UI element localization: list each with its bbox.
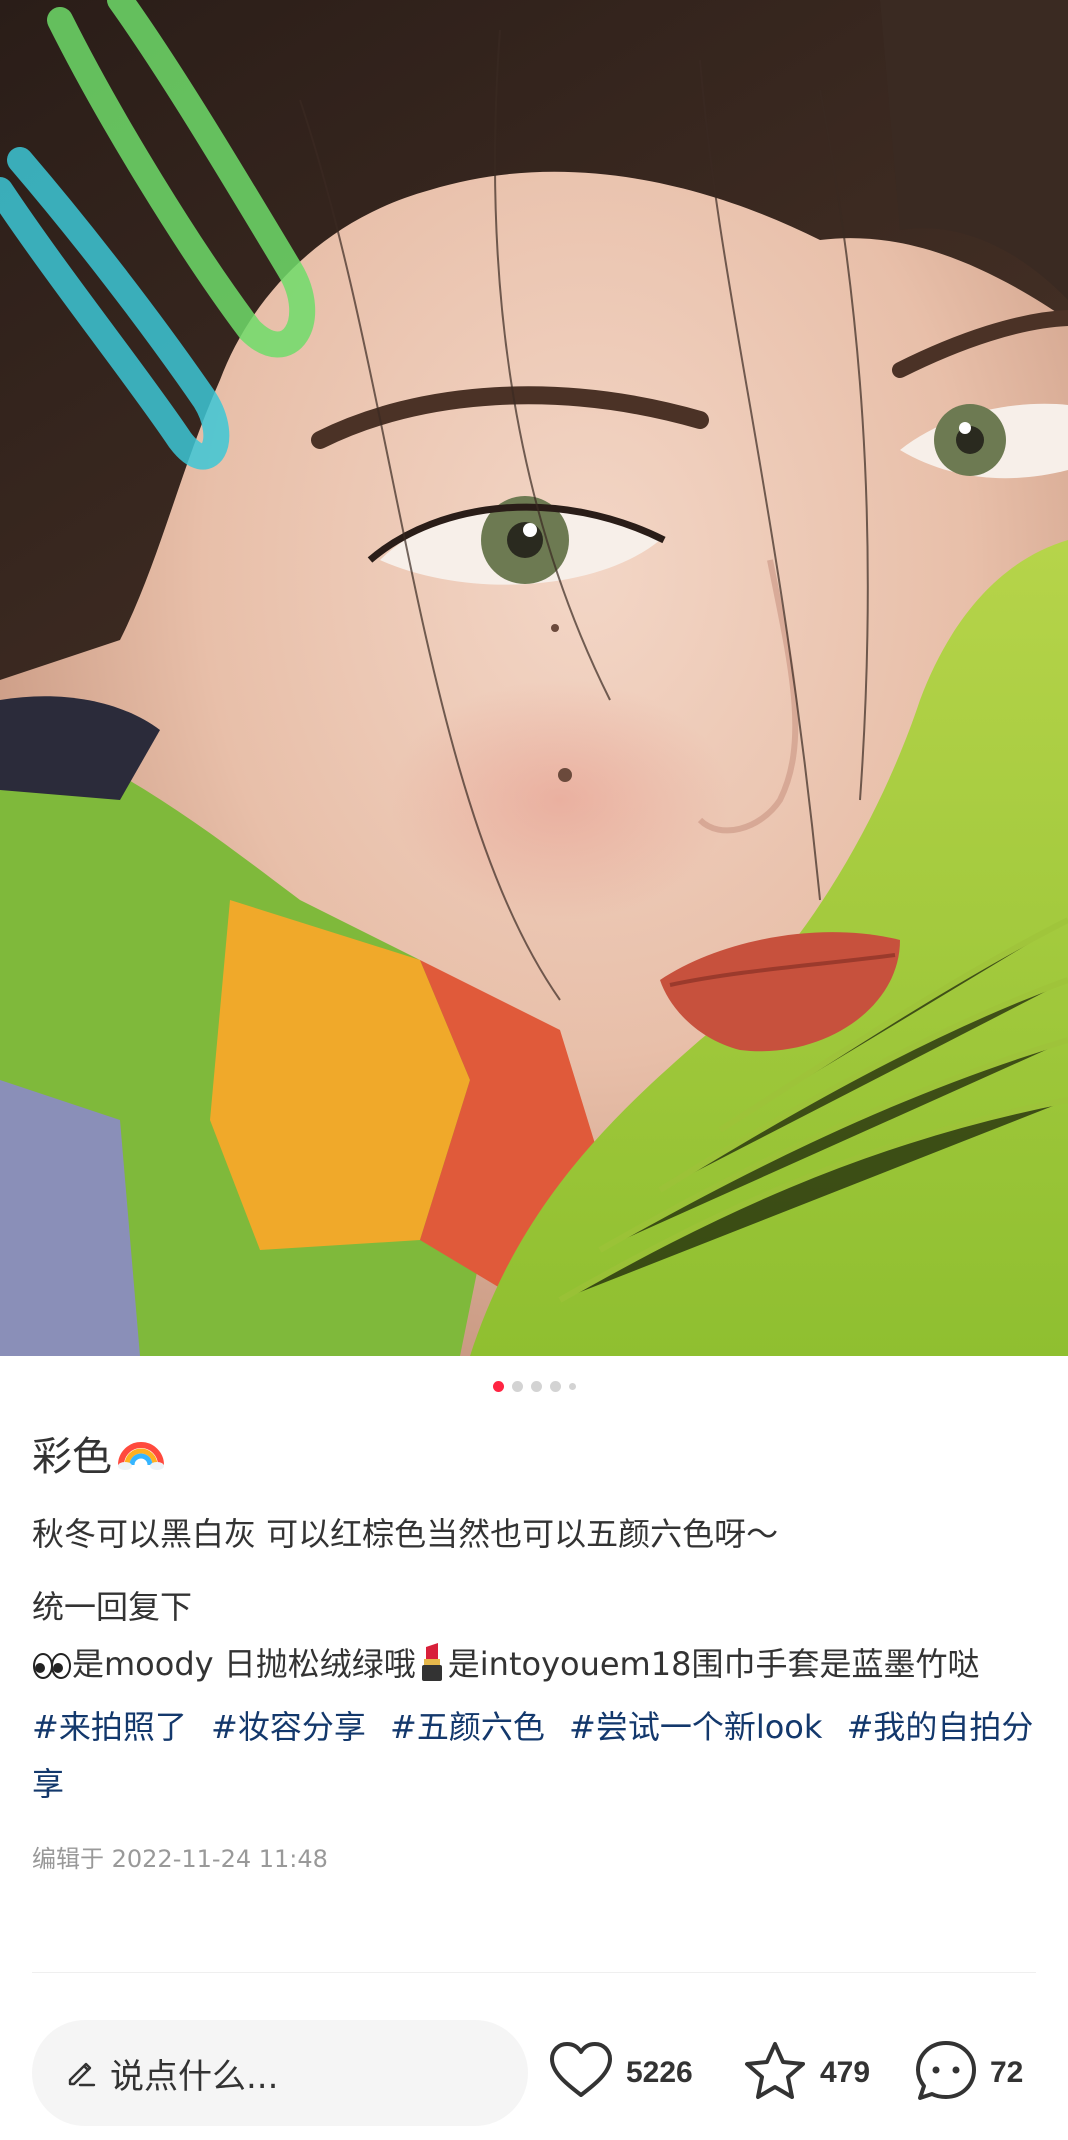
hashtag-link[interactable]: #尝试一个新look [569, 1708, 822, 1746]
post-body-text: 是moody 日抛松绒绿哦 [72, 1645, 416, 1683]
divider [32, 1972, 1036, 1973]
comment-input[interactable]: 说点什么... [32, 2020, 528, 2126]
edited-timestamp: 编辑于 2022-11-24 11:48 [32, 1845, 328, 1873]
post-photo[interactable] [0, 0, 1068, 1356]
comment-bubble-icon [914, 2039, 978, 2107]
post-body-line: 统一回复下 [32, 1588, 193, 1626]
star-count: 479 [820, 2056, 871, 2089]
post-content: 彩色 秋冬可以黑白灰 可以红棕色当然也可以五颜六色呀～ 统一回复下 是moody… [32, 1425, 1036, 1877]
tag-list: #来拍照了 #妆容分享 #五颜六色 #尝试一个新look #我的自拍分享 [32, 1699, 1036, 1813]
post-body-line: 秋冬可以黑白灰 可以红棕色当然也可以五颜六色呀～ [32, 1515, 779, 1553]
star-icon [742, 2040, 808, 2106]
carousel-dot[interactable] [568, 1383, 576, 1390]
carousel-dot[interactable] [549, 1381, 561, 1392]
pencil-icon [64, 2054, 98, 2092]
post-title: 彩色 [32, 1425, 1036, 1488]
hashtag-link[interactable]: #妆容分享 [211, 1708, 366, 1746]
post-body-text: 是intoyouem18围巾手套是蓝墨竹哒 [447, 1645, 980, 1683]
lipstick-emoji-icon [416, 1642, 448, 1699]
hashtag-link[interactable]: #来拍照了 [32, 1708, 187, 1746]
star-button[interactable]: 479 [742, 2020, 870, 2126]
post-body-reply: 是moody 日抛松绒绿哦 是intoyouem18围巾手套是蓝墨竹哒 [32, 1636, 1036, 1699]
post-title-text: 彩色 [32, 1433, 112, 1480]
heart-icon [548, 2041, 614, 2105]
carousel-dot[interactable] [492, 1381, 504, 1392]
like-button[interactable]: 5226 [548, 2020, 693, 2126]
hashtag-link[interactable]: #五颜六色 [390, 1708, 545, 1746]
comment-placeholder: 说点什么... [110, 2056, 279, 2097]
comment-button[interactable]: 72 [914, 2020, 1023, 2126]
carousel-dot[interactable] [530, 1381, 542, 1392]
bottom-action-bar: 说点什么... 5226 479 72 [0, 2020, 1068, 2126]
comment-count: 72 [990, 2056, 1024, 2089]
like-count: 5226 [626, 2056, 693, 2089]
rainbow-icon [118, 1425, 164, 1488]
portrait-photo [0, 0, 1068, 1356]
carousel-dot[interactable] [511, 1381, 523, 1392]
eyes-emoji-icon [32, 1642, 72, 1699]
carousel-indicator [0, 1381, 1068, 1392]
